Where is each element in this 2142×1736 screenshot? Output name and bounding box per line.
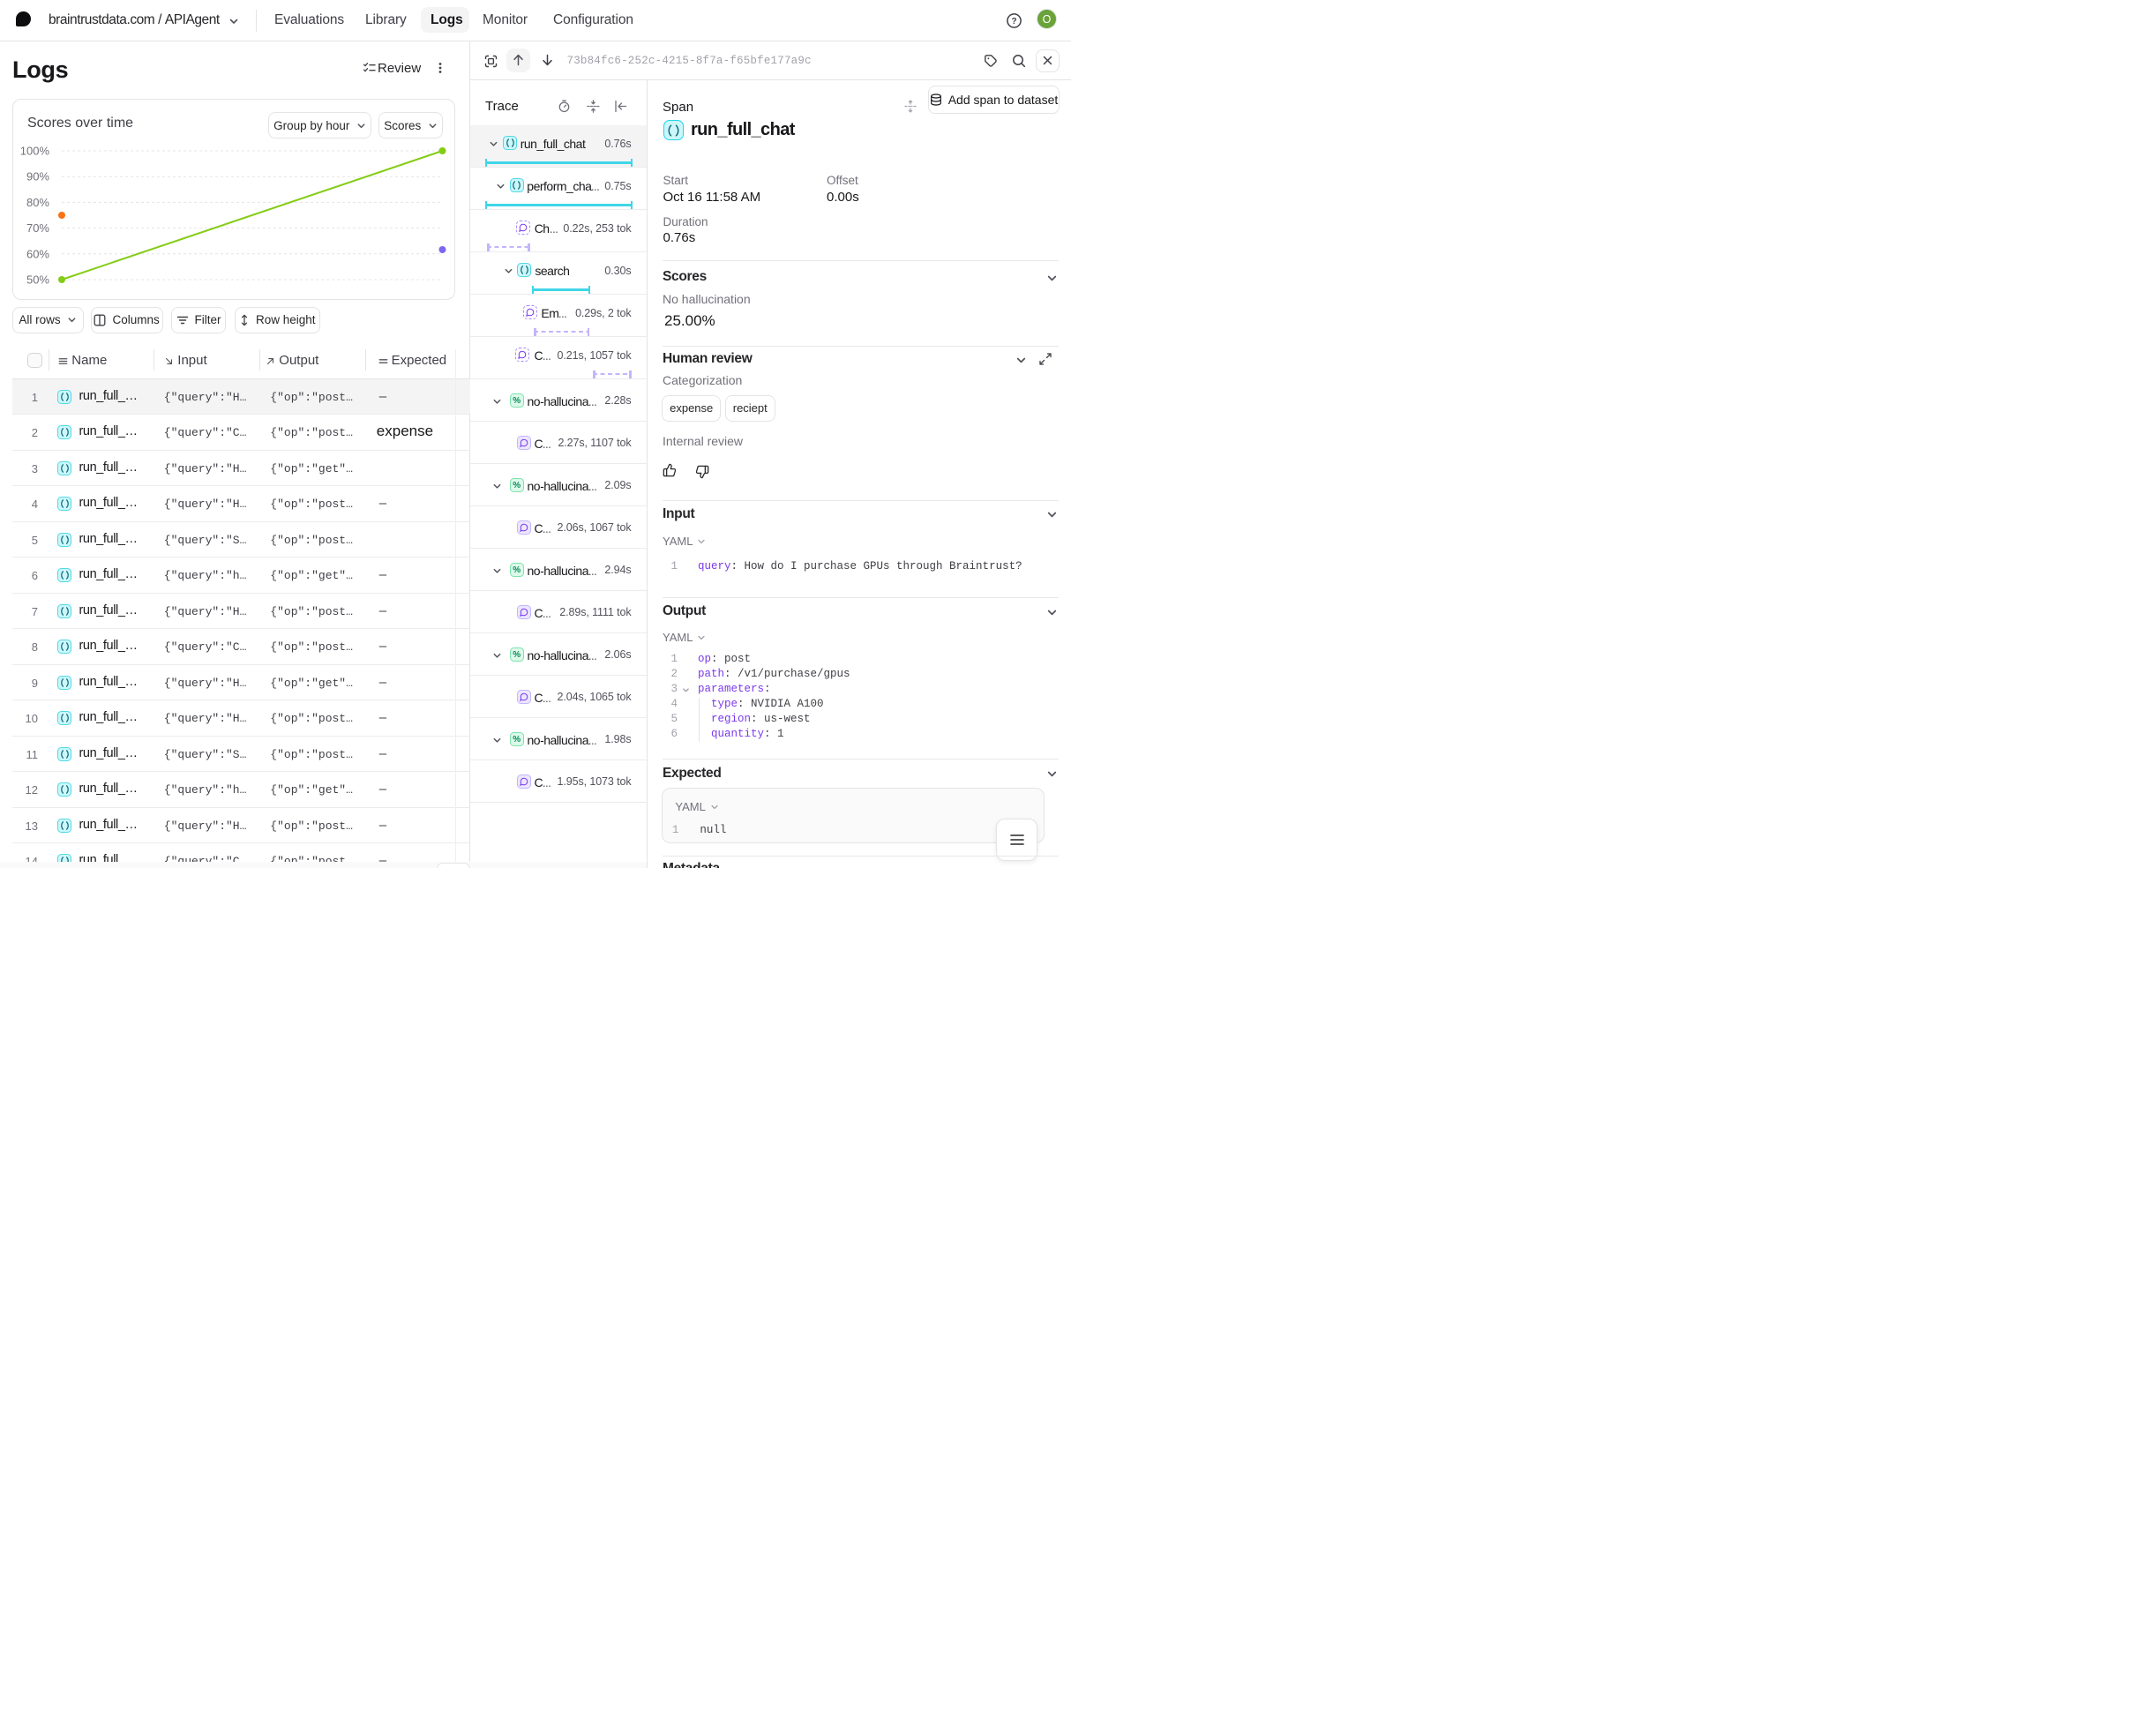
svg-text:80%: 80%: [26, 196, 49, 209]
svg-text:50%: 50%: [26, 273, 49, 287]
svg-text:100%: 100%: [20, 145, 50, 158]
svg-text:60%: 60%: [26, 247, 49, 260]
svg-text:90%: 90%: [26, 170, 49, 183]
svg-text:?: ?: [1011, 17, 1016, 26]
svg-text:70%: 70%: [26, 221, 49, 235]
